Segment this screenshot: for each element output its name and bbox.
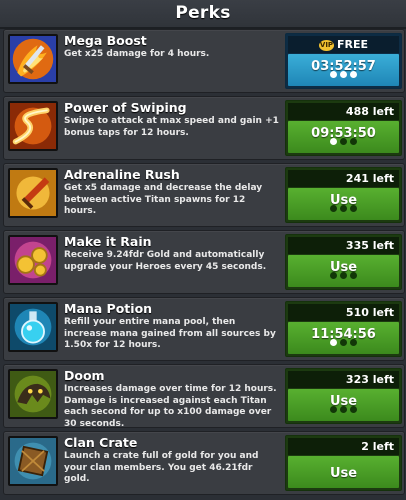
perk-description: Get x25 damage for 4 hours. xyxy=(64,49,210,59)
perk-description: Get x5 damage and decrease the delay bet… xyxy=(64,183,263,216)
perks-header: Perks xyxy=(0,0,406,29)
perk-card-clan-crate: Clan Crate Launch a crate full of gold f… xyxy=(3,431,405,495)
perk-remaining: 2 left xyxy=(288,438,399,455)
perk-description: Launch a crate full of gold for you and … xyxy=(64,451,259,484)
mana-potion-icon xyxy=(8,302,58,352)
perk-remaining: 335 left xyxy=(288,237,399,254)
perk-name: Mana Potion xyxy=(64,301,153,316)
perk-button-mana-potion[interactable]: 510 left 11:54:56 xyxy=(285,301,402,357)
doom-monster-icon xyxy=(8,369,58,419)
charge-dots xyxy=(288,63,399,82)
perk-button-make-it-rain[interactable]: 335 left Use xyxy=(285,234,402,290)
perk-description: Swipe to attack at max speed and gain +1… xyxy=(64,116,279,138)
perk-remaining: 488 left xyxy=(288,103,399,120)
perk-card-mega-boost: Mega Boost Get x25 damage for 4 hours. V… xyxy=(3,29,405,93)
perk-name: Mega Boost xyxy=(64,33,147,48)
perk-card-doom: Doom Increases damage over time for 12 h… xyxy=(3,364,405,429)
free-label: FREE xyxy=(336,38,368,51)
perk-button-power-of-swiping[interactable]: 488 left 09:53:50 xyxy=(285,100,402,156)
perk-remaining: 323 left xyxy=(288,371,399,388)
clan-crate-icon xyxy=(8,436,58,486)
perk-description: Receive 9.24fdr Gold and automatically u… xyxy=(64,250,267,272)
perk-card-power-of-swiping: Power of Swiping Swipe to attack at max … xyxy=(3,96,405,160)
vip-badge-icon: VIP xyxy=(318,40,334,51)
perk-name: Clan Crate xyxy=(64,435,138,450)
perk-description: Increases damage over time for 12 hours.… xyxy=(64,384,277,429)
perk-name: Adrenaline Rush xyxy=(64,167,180,182)
perk-button-doom[interactable]: 323 left Use xyxy=(285,368,402,424)
perk-button-clan-crate[interactable]: 2 left Use xyxy=(285,435,402,491)
perk-name: Power of Swiping xyxy=(64,100,187,115)
perk-name: Make it Rain xyxy=(64,234,152,249)
perk-availability: VIP FREE xyxy=(288,36,399,53)
charge-dots xyxy=(288,130,399,149)
perk-button-mega-boost[interactable]: VIP FREE 03:52:57 xyxy=(285,33,402,89)
use-button-label: Use xyxy=(329,466,358,481)
charge-dots xyxy=(288,264,399,283)
charge-dots xyxy=(288,398,399,417)
perk-name: Doom xyxy=(64,368,105,383)
gold-coins-icon xyxy=(8,235,58,285)
sword-fire-icon xyxy=(8,34,58,84)
adrenaline-sword-icon xyxy=(8,168,58,218)
perk-card-adrenaline-rush: Adrenaline Rush Get x5 damage and decrea… xyxy=(3,163,405,227)
page-title: Perks xyxy=(175,3,231,23)
perk-card-mana-potion: Mana Potion Refill your entire mana pool… xyxy=(3,297,405,361)
swipe-trail-icon xyxy=(8,101,58,151)
perk-button-adrenaline-rush[interactable]: 241 left Use xyxy=(285,167,402,223)
perk-remaining: 241 left xyxy=(288,170,399,187)
charge-dots xyxy=(288,331,399,350)
perk-card-make-it-rain: Make it Rain Receive 9.24fdr Gold and au… xyxy=(3,230,405,294)
perk-remaining: 510 left xyxy=(288,304,399,321)
charge-dots xyxy=(288,197,399,216)
perk-description: Refill your entire mana pool, then incre… xyxy=(64,317,276,350)
